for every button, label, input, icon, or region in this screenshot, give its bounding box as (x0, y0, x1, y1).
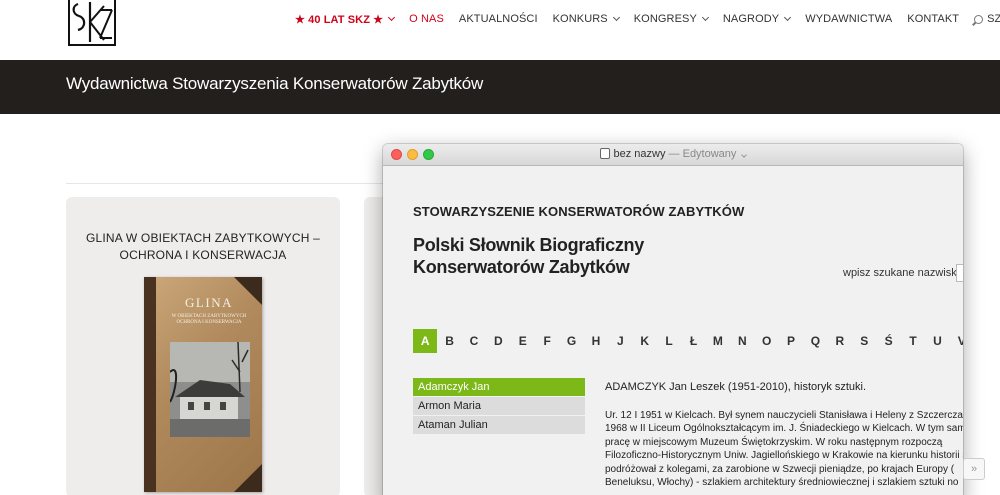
publication-title-line: OCHRONA I KONSERWACJA (119, 248, 287, 262)
window-titlebar[interactable]: bez nazwy — Edytowany (383, 144, 963, 166)
letter-tab[interactable]: N (730, 329, 754, 353)
organization-name: STOWARZYSZENIE KONSERWATORÓW ZABYTKÓW (413, 204, 745, 219)
site-header: ★ 40 LAT SKZ ★ O NAS AKTUALNOŚCI KONKURS… (0, 0, 1000, 60)
nav-item-40-lat[interactable]: ★ 40 LAT SKZ ★ (295, 13, 396, 26)
dictionary-title: Polski Słownik Biograficzny Konserwatoró… (413, 234, 673, 278)
nav-item-label: WYDAWNICTWA (805, 13, 893, 25)
letter-tab[interactable]: J (608, 329, 632, 353)
nav-item-o-nas[interactable]: O NAS (409, 13, 444, 25)
page-title-banner: Wydawnictwa Stowarzyszenia Konserwatorów… (0, 60, 1000, 114)
book-spine (144, 277, 156, 492)
logo-mark-icon (72, 2, 113, 42)
nav-item-label: ★ 40 LAT SKZ ★ (295, 13, 384, 26)
document-icon (599, 148, 610, 159)
window-title: bez nazwy — Edytowany (383, 148, 963, 160)
name-list-item[interactable]: Armon Maria (413, 397, 585, 415)
main-navigation: ★ 40 LAT SKZ ★ O NAS AKTUALNOŚCI KONKURS… (295, 11, 1000, 27)
search-icon (974, 14, 984, 24)
book-cover-image[interactable]: GLINA W OBIEKTACH ZABYTKOWYCH OCHRONA I K… (144, 277, 262, 492)
window-status: — Edytowany (668, 148, 737, 160)
alphabet-index: ABCDEFGHJKLŁMNOPQRSŚTUV (413, 329, 963, 353)
letter-tab[interactable]: H (584, 329, 608, 353)
nav-item-label: O NAS (409, 13, 444, 25)
nav-item-label: KONKURS (552, 13, 608, 25)
letter-tab[interactable]: P (779, 329, 803, 353)
letter-tab[interactable]: R (828, 329, 852, 353)
letter-tab[interactable]: B (437, 329, 461, 353)
book-cover-lettering: GLINA (185, 295, 233, 310)
publication-title[interactable]: GLINA W OBIEKTACH ZABYTKOWYCH – OCHRONA … (66, 230, 340, 264)
letter-tab[interactable]: F (535, 329, 559, 353)
chevron-down-icon (784, 13, 792, 22)
nav-search-button[interactable]: SZUKAJ (974, 13, 1000, 25)
dictionary-title-line: Konserwatorów Zabytków (413, 257, 630, 277)
publication-card[interactable]: GLINA W OBIEKTACH ZABYTKOWYCH – OCHRONA … (66, 197, 340, 495)
letter-tab[interactable]: E (511, 329, 535, 353)
nav-item-aktualnosci[interactable]: AKTUALNOŚCI (459, 13, 538, 25)
letter-tab[interactable]: D (486, 329, 510, 353)
letter-tab[interactable]: Q (803, 329, 827, 353)
letter-tab[interactable]: A (413, 329, 438, 353)
document-window: bez nazwy — Edytowany STOWARZYSZENIE KON… (383, 144, 963, 495)
biography-line: Filozoficzno-Historycznym Uniw. Jagiello… (605, 450, 963, 462)
name-list: Adamczyk Jan Armon Maria Ataman Julian (413, 378, 585, 435)
scroll-chip-button[interactable]: » (963, 458, 985, 480)
nav-search-label: SZUKAJ (987, 13, 1000, 25)
window-title-text: bez nazwy (613, 148, 666, 160)
name-list-item[interactable]: Ataman Julian (413, 416, 585, 434)
chevron-down-icon (612, 13, 620, 22)
nav-item-label: AKTUALNOŚCI (458, 13, 538, 25)
book-corner (234, 464, 262, 492)
nav-item-label: KONGRESY (633, 13, 697, 25)
letter-tab[interactable]: T (901, 329, 925, 353)
letter-tab[interactable]: U (925, 329, 949, 353)
chevron-down-icon[interactable] (741, 152, 748, 158)
nav-item-kontakt[interactable]: KONTAKT (907, 13, 959, 25)
nav-item-kongresy[interactable]: KONGRESY (633, 13, 709, 25)
site-logo[interactable] (68, 0, 116, 46)
surname-search-input[interactable] (956, 264, 963, 282)
name-list-item[interactable]: Adamczyk Jan (413, 378, 585, 396)
book-cover-sublettering: W OBIEKTACH ZABYTKOWYCH OCHRONA I KONSERW… (171, 314, 247, 325)
letter-tab[interactable]: G (559, 329, 583, 353)
divider (66, 183, 386, 184)
publication-title-line: GLINA W OBIEKTACH ZABYTKOWYCH – (85, 231, 320, 245)
biography-line: Ur. 12 I 1951 w Kielcach. Był synem nauc… (605, 410, 963, 421)
dictionary-title-line: Polski Słownik Biograficzny (413, 235, 644, 255)
biography-line: 1968 w II Liceum Ogólnokształcącym im. J… (605, 423, 963, 435)
letter-tab[interactable]: V (950, 329, 963, 353)
nav-item-label: NAGRODY (722, 13, 780, 25)
letter-tab[interactable]: Ł (681, 329, 705, 353)
chevron-down-icon (701, 13, 709, 22)
letter-tab[interactable]: S (852, 329, 876, 353)
chevron-down-icon (388, 13, 396, 22)
letter-tab[interactable]: Ś (876, 329, 900, 353)
biography-line: podróżował z kolegami, za zarobione w Sz… (605, 463, 955, 475)
letter-tab[interactable]: C (462, 329, 486, 353)
book-cover-photo (170, 342, 250, 437)
letter-tab[interactable]: K (633, 329, 657, 353)
surname-search-label: wpisz szukane nazwisko: (843, 267, 963, 279)
biography-line: pracę w miejscowym Muzeum Świętokrzyskim… (605, 436, 943, 448)
page-title: Wydawnictwa Stowarzyszenia Konserwatorów… (66, 74, 484, 93)
letter-tab[interactable]: O (754, 329, 778, 353)
letter-tab[interactable]: M (706, 329, 730, 353)
nav-item-label: KONTAKT (907, 13, 960, 25)
nav-item-wydawnictwa[interactable]: WYDAWNICTWA (805, 13, 892, 25)
biography-heading: ADAMCZYK Jan Leszek (1951-2010), history… (605, 381, 867, 393)
house-photo-icon (170, 342, 250, 437)
biography-text: Ur. 12 I 1951 w Kielcach. Był synem nauc… (605, 409, 963, 489)
biography-line: Beneluksu, Włochy) - szlakiem architektu… (605, 477, 959, 489)
nav-item-nagrody[interactable]: NAGRODY (722, 13, 792, 25)
nav-item-konkurs[interactable]: KONKURS (552, 13, 620, 25)
letter-tab[interactable]: L (657, 329, 681, 353)
